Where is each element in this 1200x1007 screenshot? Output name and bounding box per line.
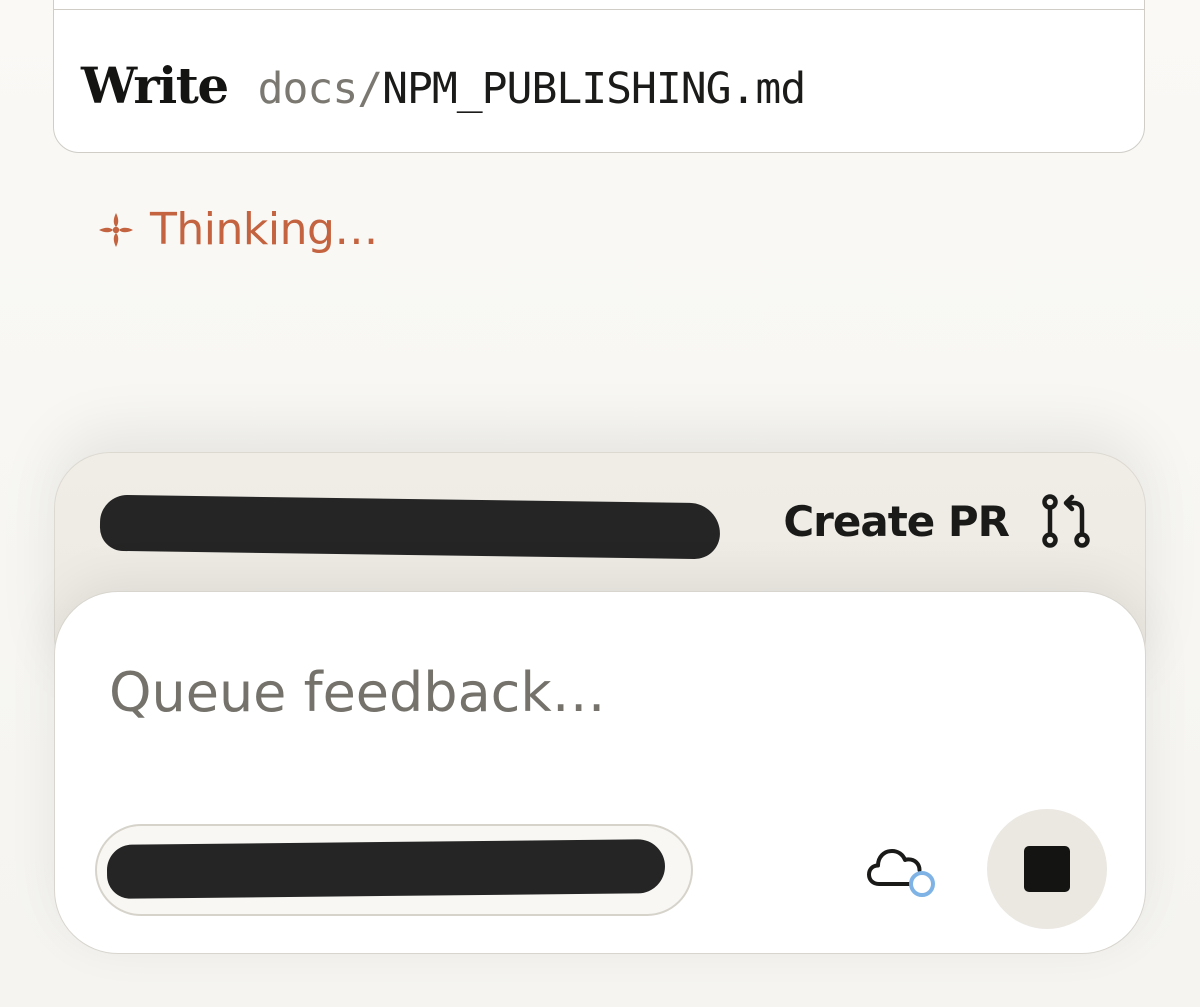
tool-call-card: Write docs/NPM_PUBLISHING.md: [53, 0, 1145, 153]
redacted-branch-name: [99, 494, 721, 560]
thinking-label: Thinking…: [150, 204, 378, 255]
stop-button[interactable]: [987, 809, 1107, 929]
file-path-filename: NPM_PUBLISHING.md: [382, 64, 806, 114]
feedback-input[interactable]: [109, 652, 1009, 732]
tool-verb: Write: [81, 56, 229, 115]
git-pull-request-icon: [1042, 494, 1090, 548]
cloud-status-icon[interactable]: [865, 844, 941, 900]
composer: [54, 591, 1146, 954]
tool-call-row: Write docs/NPM_PUBLISHING.md: [81, 56, 807, 115]
thinking-indicator: Thinking…: [96, 204, 378, 255]
model-selector[interactable]: [95, 824, 693, 916]
stop-icon: [1024, 846, 1070, 892]
tool-file-path[interactable]: docs/NPM_PUBLISHING.md: [257, 64, 807, 114]
create-pr-label: Create PR: [783, 496, 1010, 546]
redacted-model-name: [106, 839, 666, 899]
card-divider: [54, 9, 1144, 10]
create-pr-button[interactable]: Create PR: [783, 493, 1091, 549]
sparkle-icon: [99, 212, 133, 247]
file-path-directory: docs/: [257, 64, 383, 114]
